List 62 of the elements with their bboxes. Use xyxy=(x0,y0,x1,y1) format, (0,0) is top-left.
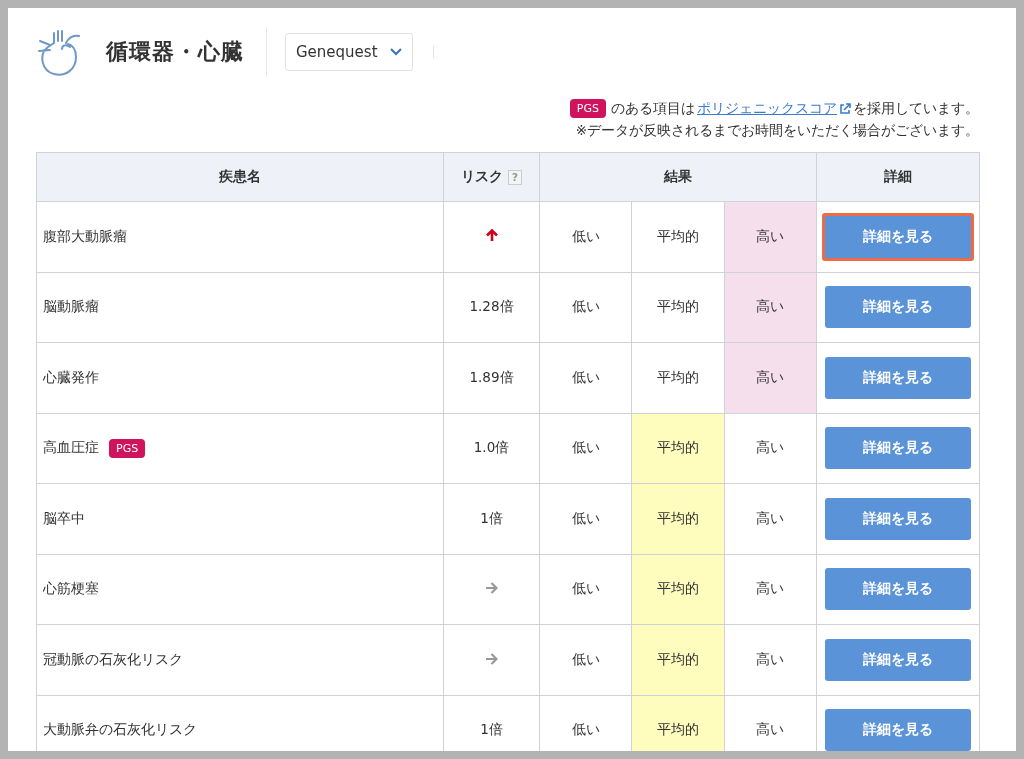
risk-value: 1倍 xyxy=(480,721,503,738)
result-cell: 高い xyxy=(724,272,817,343)
details-button[interactable]: 詳細を見る xyxy=(822,212,974,261)
result-cell: 平均的 xyxy=(631,342,725,413)
pgs-badge: PGS xyxy=(569,99,606,118)
disease-name: 脳卒中 xyxy=(43,509,85,528)
pgs-badge: PGS xyxy=(109,438,146,458)
details-button[interactable]: 詳細を見る xyxy=(825,497,971,540)
notice-text: のある項目は xyxy=(611,99,695,118)
source-dropdown[interactable]: Genequest xyxy=(285,33,413,71)
result-cell: 低い xyxy=(539,201,632,272)
details-button[interactable]: 詳細を見る xyxy=(825,356,971,399)
result-cell: 平均的 xyxy=(631,201,725,272)
result-cell: 高い xyxy=(724,201,817,272)
disease-name: 心筋梗塞 xyxy=(43,580,99,599)
result-cell: 高い xyxy=(724,624,817,695)
result-cell: 高い xyxy=(724,483,817,554)
polygenic-score-link[interactable]: ポリジェニックスコア xyxy=(697,99,837,118)
result-cell: 低い xyxy=(539,554,632,625)
result-cell: 高い xyxy=(724,554,817,625)
arrow-right-icon xyxy=(485,652,498,665)
result-cell: 高い xyxy=(724,342,817,413)
column-header: リスク xyxy=(460,168,503,186)
result-cell: 低い xyxy=(539,272,632,343)
disease-name: 脳動脈瘤 xyxy=(43,298,99,317)
page-title: 循環器・心臓 xyxy=(106,38,244,66)
details-button[interactable]: 詳細を見る xyxy=(825,427,971,470)
risk-value: 1.89倍 xyxy=(469,368,514,385)
result-cell: 平均的 xyxy=(631,272,725,343)
column-header: 疾患名 xyxy=(36,152,444,202)
disease-name: 冠動脈の石灰化リスク xyxy=(43,650,183,669)
result-cell: 平均的 xyxy=(631,554,725,625)
risk-value: 1.0倍 xyxy=(473,439,510,456)
details-button[interactable]: 詳細を見る xyxy=(825,286,971,329)
disease-name: 大動脈弁の石灰化リスク xyxy=(43,721,197,740)
result-cell: 低い xyxy=(539,342,632,413)
result-cell: 低い xyxy=(539,413,632,484)
result-cell: 平均的 xyxy=(631,695,725,751)
help-icon[interactable]: ? xyxy=(507,169,523,185)
external-link-icon xyxy=(839,102,851,115)
arrow-up-icon xyxy=(485,228,498,242)
risk-value: 1.28倍 xyxy=(469,298,514,315)
column-header: 結果 xyxy=(539,152,817,202)
notice-text: を採用しています。 xyxy=(853,99,979,118)
result-cell: 平均的 xyxy=(631,483,725,554)
risk-value: 1倍 xyxy=(480,509,503,526)
arrow-right-icon xyxy=(485,582,498,595)
result-cell: 低い xyxy=(539,483,632,554)
disease-name: 心臓発作 xyxy=(43,368,99,387)
result-cell: 高い xyxy=(724,413,817,484)
details-button[interactable]: 詳細を見る xyxy=(825,638,971,681)
details-button[interactable]: 詳細を見る xyxy=(825,709,971,751)
heart-icon xyxy=(36,27,82,77)
result-cell: 平均的 xyxy=(631,413,725,484)
disease-name: 高血圧症 xyxy=(43,439,99,458)
chevron-down-icon xyxy=(389,48,402,56)
disease-name: 腹部大動脈瘤 xyxy=(43,227,127,246)
result-cell: 平均的 xyxy=(631,624,725,695)
result-cell: 低い xyxy=(539,624,632,695)
details-button[interactable]: 詳細を見る xyxy=(825,568,971,611)
column-header: 詳細 xyxy=(816,152,980,202)
notice-note: ※データが反映されるまでお時間をいただく場合がございます。 xyxy=(574,122,979,140)
